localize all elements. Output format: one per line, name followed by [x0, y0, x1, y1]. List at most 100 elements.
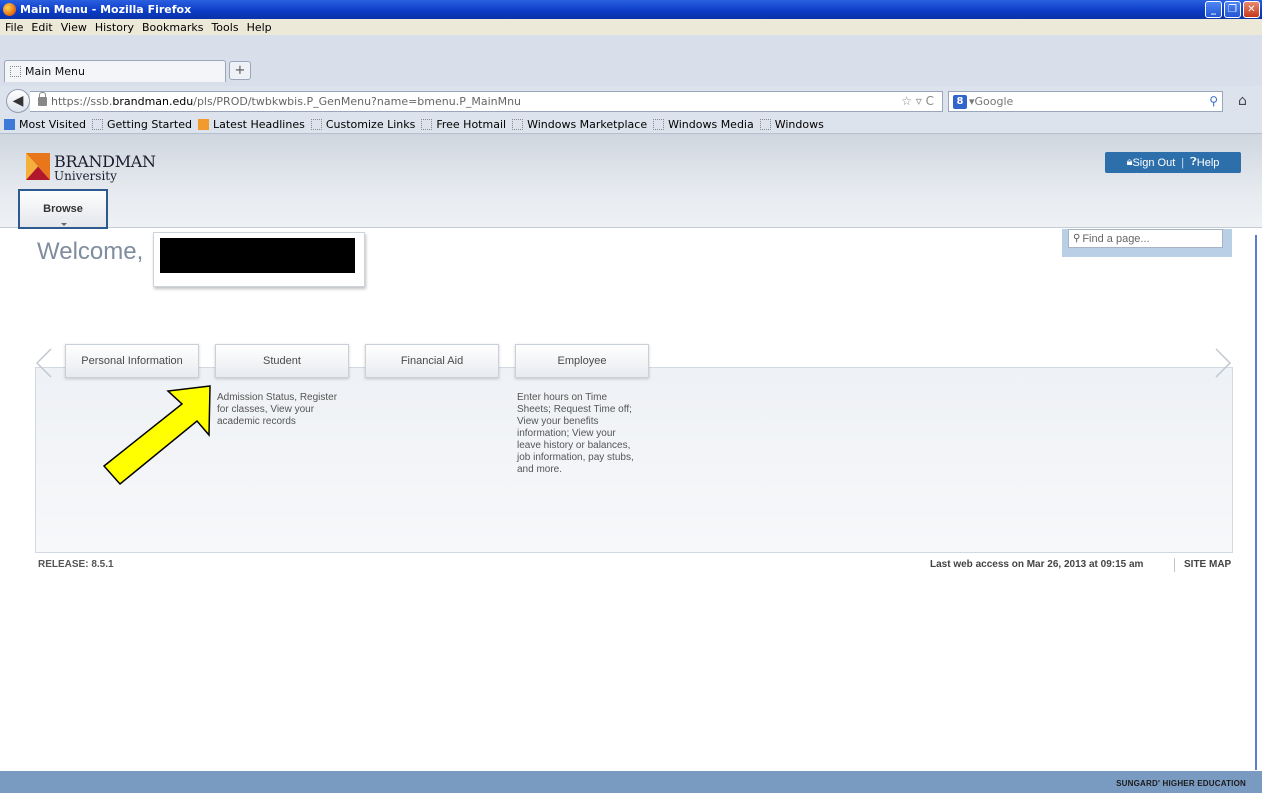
desc-line: job information, pay stubs, [517, 452, 634, 463]
rss-icon [198, 119, 209, 130]
bookmark-customize-links[interactable]: Customize Links [310, 118, 416, 131]
desc-line: and more. [517, 464, 563, 475]
welcome-heading: Welcome, [37, 238, 144, 265]
search-placeholder: Google [974, 95, 1014, 108]
menu-tools[interactable]: Tools [211, 21, 238, 34]
menu-view[interactable]: View [61, 21, 87, 34]
menu-edit[interactable]: Edit [31, 21, 52, 34]
sungard-logo: SUNGARD' HIGHER EDUCATION [1116, 779, 1246, 788]
window-controls: _ ❐ ✕ [1205, 1, 1260, 18]
window-title: Main Menu - Mozilla Firefox [20, 3, 192, 16]
employee-description: Enter hours on Time Sheets; Request Time… [517, 392, 634, 476]
home-icon[interactable]: ⌂ [1238, 93, 1247, 109]
url-bar[interactable]: https://ssb. brandman.edu/pls/PROD/twbkwb… [30, 91, 943, 112]
footer-divider [1174, 558, 1175, 572]
help-icon: ❓︎ [1190, 156, 1197, 168]
bookmark-most-visited[interactable]: Most Visited [4, 118, 86, 131]
redacted-name [160, 238, 355, 273]
tab-personal-information[interactable]: Personal Information [65, 344, 199, 378]
release-version: RELEASE: 8.5.1 [38, 559, 114, 570]
tab-financial-aid[interactable]: Financial Aid [365, 344, 499, 378]
tab-employee[interactable]: Employee [515, 344, 649, 378]
bookmark-windows-media[interactable]: Windows Media [653, 118, 754, 131]
header-actions: 🔒︎ Sign Out | ❓︎ Help [1105, 152, 1241, 173]
menu-file[interactable]: File [5, 21, 23, 34]
menu-bar: File Edit View History Bookmarks Tools H… [0, 19, 1262, 35]
desc-line: for classes, View your [217, 404, 315, 415]
desc-line: academic records [217, 416, 296, 427]
find-placeholder: Find a page... [1082, 232, 1150, 245]
minimize-button[interactable]: _ [1205, 1, 1222, 18]
bookmark-latest-headlines[interactable]: Latest Headlines [198, 118, 305, 131]
logo-subtitle: University [54, 169, 117, 183]
menu-history[interactable]: History [95, 21, 134, 34]
help-link[interactable]: Help [1197, 157, 1220, 169]
page-icon [421, 119, 433, 130]
desc-line: Sheets; Request Time off; [517, 404, 632, 415]
chevron-down-icon [61, 223, 67, 226]
search-icon: ⚲ [1073, 233, 1081, 244]
bookmark-label: Windows [774, 118, 824, 131]
scroll-right-icon[interactable] [1214, 348, 1232, 378]
desc-line: information; View your [517, 428, 616, 439]
bookmark-windows[interactable]: Windows [759, 118, 824, 131]
bookmark-label: Windows Marketplace [527, 118, 648, 131]
new-tab-button[interactable]: + [229, 61, 251, 80]
bookmarks-bar: Most Visited Getting Started Latest Head… [0, 116, 1262, 134]
restore-button[interactable]: ❐ [1224, 1, 1241, 18]
annotation-arrow-icon [102, 385, 211, 486]
sign-out-link[interactable]: Sign Out [1132, 157, 1175, 169]
page-icon [10, 66, 21, 77]
student-description: Admission Status, Register for classes, … [217, 392, 337, 428]
desc-line: View your benefits [517, 416, 599, 427]
page-icon [653, 119, 665, 130]
search-icon[interactable]: ⚲ [1209, 94, 1218, 108]
bookmark-free-hotmail[interactable]: Free Hotmail [421, 118, 506, 131]
bookmark-label: Windows Media [668, 118, 754, 131]
desc-line: leave history or balances, [517, 440, 631, 451]
url-path: /pls/PROD/twbkwbis.P_GenMenu?name=bmenu.… [193, 95, 522, 108]
tab-main-menu[interactable]: Main Menu [4, 60, 226, 82]
desc-line: Admission Status, Register [217, 392, 338, 403]
desc-line: Enter hours on Time [517, 392, 608, 403]
page-icon [759, 119, 771, 130]
search-bar[interactable]: 8 ▾ Google ⚲ [948, 91, 1223, 112]
window-edge [1255, 235, 1257, 770]
page-icon [310, 119, 322, 130]
scroll-left-icon[interactable] [35, 348, 53, 378]
bookmark-label: Free Hotmail [436, 118, 507, 131]
tab-strip: Main Menu + [0, 35, 1262, 86]
page-icon [91, 119, 103, 130]
firefox-window: Main Menu - Mozilla Firefox _ ❐ ✕ File E… [0, 0, 1262, 793]
menu-bookmarks[interactable]: Bookmarks [142, 21, 203, 34]
divider: | [1181, 156, 1185, 169]
url-prefix: https://ssb. [51, 95, 113, 108]
site-header: BRANDMAN University [0, 134, 1262, 228]
find-page-input[interactable]: ⚲ Find a page... [1068, 229, 1223, 248]
lock-icon [38, 92, 47, 106]
brandman-logo-icon [26, 153, 50, 180]
bookmark-label: Customize Links [325, 118, 416, 131]
tab-label: Main Menu [25, 65, 85, 78]
bookmark-windows-marketplace[interactable]: Windows Marketplace [512, 118, 647, 131]
bookmark-getting-started[interactable]: Getting Started [91, 118, 192, 131]
bookmark-folder-icon [4, 119, 15, 130]
tab-student[interactable]: Student [215, 344, 349, 378]
last-web-access: Last web access on Mar 26, 2013 at 09:15… [930, 559, 1144, 570]
title-bar: Main Menu - Mozilla Firefox _ ❐ ✕ [0, 0, 1262, 19]
bookmark-star-reload[interactable]: ☆ ▿ C [901, 94, 934, 108]
menu-help[interactable]: Help [247, 21, 272, 34]
bookmark-label: Latest Headlines [213, 118, 305, 131]
back-arrow-icon: ◀ [12, 93, 24, 109]
back-button[interactable]: ◀ [6, 89, 30, 113]
firefox-icon [3, 3, 16, 16]
site-map-link[interactable]: SITE MAP [1184, 559, 1231, 570]
page-footer-bar [0, 771, 1262, 793]
page-icon [512, 119, 524, 130]
url-host: brandman.edu [112, 95, 194, 108]
bookmark-label: Getting Started [106, 118, 192, 131]
bookmark-label: Most Visited [19, 118, 86, 131]
navigation-bar: ◀ https://ssb. brandman.edu/pls/PROD/twbk… [0, 86, 1262, 116]
google-icon[interactable]: 8 [953, 94, 967, 109]
close-button[interactable]: ✕ [1243, 1, 1260, 18]
